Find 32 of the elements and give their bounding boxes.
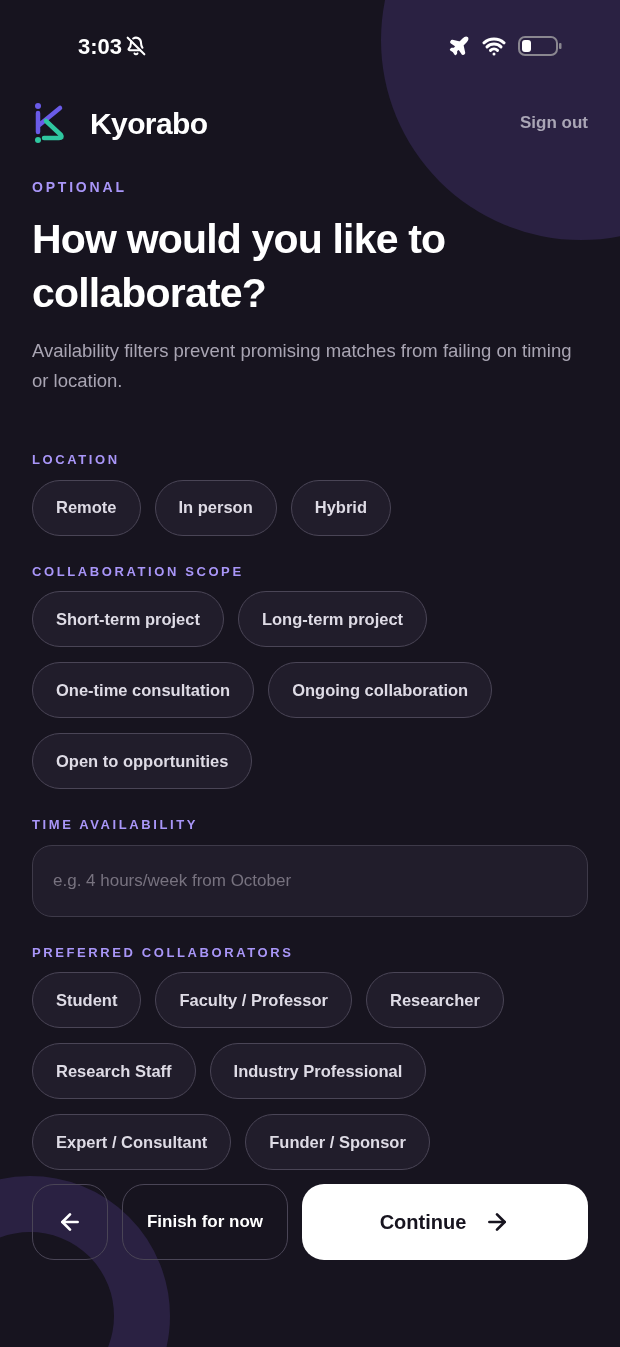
battery-icon xyxy=(518,35,562,57)
brand-name: Kyorabo xyxy=(90,105,208,142)
eyebrow-label: OPTIONAL xyxy=(32,178,128,197)
finish-later-button[interactable]: Finish for now xyxy=(122,1184,288,1260)
option-chip[interactable]: Open to opportunities xyxy=(32,733,253,789)
section-label: COLLABORATION SCOPE xyxy=(32,562,245,581)
option-chip[interactable]: Funder / Sponsor xyxy=(245,1114,430,1170)
page-title: How would you like to collaborate? xyxy=(32,215,447,318)
option-chip[interactable]: Research Staff xyxy=(32,1043,196,1099)
time-availability-field[interactable]: e.g. 4 hours/week from October xyxy=(32,844,588,917)
page-subtitle: Availability filters prevent promising matches from failing on timing or location. xyxy=(32,339,573,393)
option-chip[interactable]: Researcher xyxy=(366,972,504,1028)
option-chip[interactable]: Long-term project xyxy=(237,591,428,647)
option-chip[interactable]: Ongoing collaboration xyxy=(268,662,493,718)
back-button[interactable] xyxy=(32,1184,108,1260)
option-chip[interactable]: Expert / Consultant xyxy=(32,1114,232,1170)
option-chip[interactable]: One-time consultation xyxy=(32,662,255,718)
continue-button[interactable]: Continue xyxy=(302,1184,588,1260)
option-chip[interactable]: Industry Professional xyxy=(209,1043,427,1099)
section-label: LOCATION xyxy=(32,451,121,469)
option-chip[interactable]: In person xyxy=(154,479,277,536)
airplane-icon xyxy=(448,35,470,57)
option-chip[interactable]: Hybrid xyxy=(290,479,392,536)
option-chip[interactable]: Remote xyxy=(32,479,141,536)
section-label: TIME AVAILABILITY xyxy=(32,816,199,834)
option-chip[interactable]: Faculty / Professor xyxy=(155,972,352,1028)
option-chip[interactable]: Short-term project xyxy=(32,591,224,647)
sign-out-link[interactable]: Sign out xyxy=(520,110,588,136)
status-time: 3:03 xyxy=(78,32,123,61)
silent-icon xyxy=(126,36,147,56)
section-label: PREFERRED COLLABORATORS xyxy=(32,943,295,962)
option-chip[interactable]: Student xyxy=(32,972,142,1028)
